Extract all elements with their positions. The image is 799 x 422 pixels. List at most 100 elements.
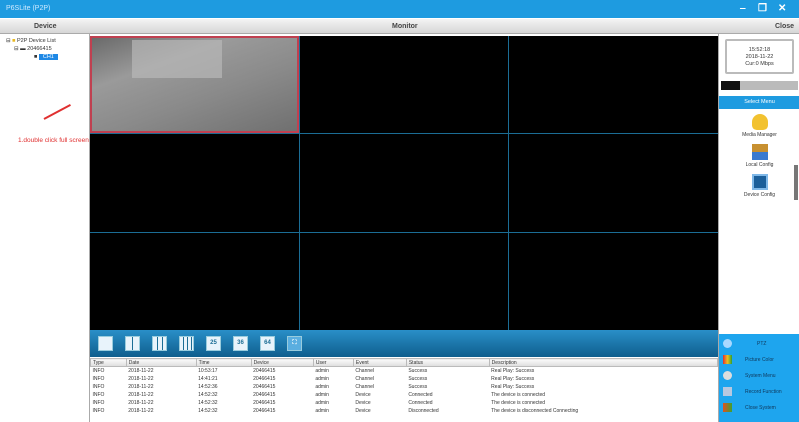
video-cell-7[interactable] [90, 232, 299, 330]
log-cell: Channel [355, 375, 375, 382]
log-cell: admin [315, 375, 329, 382]
video-cell-1[interactable] [90, 36, 299, 134]
local-config-button[interactable]: Local Config [719, 144, 799, 168]
clock-icon [723, 371, 732, 380]
device-tree-panel: ⊟ ■ P2P Device List ⊟ ▬ 20466415 ■ CH1 [0, 34, 90, 422]
log-cell: admin [315, 383, 329, 390]
log-cell: The device is disconnected Connecting [491, 407, 579, 414]
log-column-header[interactable]: Type [90, 358, 127, 367]
layout-64-button[interactable]: 64 [260, 336, 275, 351]
log-cell: Channel [355, 383, 375, 390]
log-cell: INFO [92, 375, 105, 382]
log-row[interactable]: INFO 2018-11-22 14:41:21 20466415 admin Chann… [91, 375, 718, 383]
log-cell: 14:52:32 [198, 391, 218, 398]
monitor-header: Monitor [392, 23, 418, 30]
log-cell: 10:53:17 [198, 367, 218, 374]
ptz-icon [723, 339, 732, 348]
fullscreen-button[interactable]: ⛶ [287, 336, 302, 351]
picture-color-button[interactable]: Picture Color [723, 353, 798, 367]
log-cell: admin [315, 367, 329, 374]
title-bar: P6SLite (P2P) ‒ ❐ ✕ [0, 0, 799, 18]
local-config-icon [751, 144, 768, 160]
record-function-button[interactable]: Record Function [723, 385, 798, 399]
log-cell: INFO [92, 367, 105, 374]
log-cell: INFO [92, 407, 105, 414]
exit-icon [723, 403, 732, 412]
clock-box: 15:52:18 2018-11-22 Cur:0 Mbps [725, 39, 794, 74]
log-cell: 20466415 [253, 391, 276, 398]
log-row[interactable]: INFO 2018-11-22 10:53:17 20466415 admin Chann… [91, 367, 718, 375]
log-cell: Device [355, 399, 371, 406]
layout-1-button[interactable] [98, 336, 113, 351]
restore-button[interactable]: ❐ [758, 3, 767, 14]
video-cell-8[interactable] [299, 232, 509, 330]
log-cell: INFO [92, 391, 105, 398]
device-icon: ▬ [20, 46, 26, 52]
log-cell: Device [355, 391, 371, 398]
layout-4-button[interactable] [125, 336, 140, 351]
log-cell: 2018-11-22 [128, 407, 154, 414]
system-menu-button[interactable]: System Menu [723, 369, 798, 383]
layout-36-button[interactable]: 36 [233, 336, 248, 351]
log-cell: 2018-11-22 [128, 391, 154, 398]
device-header: Device [34, 23, 57, 30]
log-column-header[interactable]: User [312, 358, 354, 367]
video-cell-3[interactable] [509, 36, 718, 134]
log-cell: admin [315, 407, 329, 414]
close-system-button[interactable]: Close System [723, 401, 798, 415]
log-cell: 14:41:21 [198, 375, 218, 382]
menu-label: PTZ [757, 341, 767, 347]
log-cell: admin [315, 399, 329, 406]
log-cell: 20466415 [253, 407, 276, 414]
log-row[interactable]: INFO 2018-11-22 14:52:32 20466415 admin Devic… [91, 399, 718, 407]
close-header: Close [775, 23, 795, 30]
bottom-menu: PTZ Picture Color System Menu Record Fun… [719, 334, 799, 422]
log-row[interactable]: INFO 2018-11-22 14:52:32 20466415 admin Devic… [91, 391, 718, 399]
folder-icon: ■ [12, 38, 16, 44]
tree-channel-label: CH1 [38, 54, 58, 60]
media-manager-button[interactable]: Media Manager [719, 114, 799, 138]
menu-title: Select Menu [719, 96, 799, 109]
log-cell: 14:52:32 [198, 407, 218, 414]
log-row[interactable]: INFO 2018-11-22 14:52:36 20466415 admin Chann… [91, 383, 718, 391]
menu-label: Close System [745, 405, 776, 411]
right-scrollbar[interactable] [794, 165, 798, 200]
log-column-header[interactable]: Device [250, 358, 314, 367]
log-column-header[interactable]: Date [125, 358, 197, 367]
ptz-button[interactable]: PTZ [723, 337, 798, 351]
video-cell-9[interactable] [509, 232, 718, 330]
video-cell-2[interactable] [299, 36, 509, 134]
log-column-header[interactable]: Status [405, 358, 490, 367]
record-icon [723, 387, 732, 396]
menu-label: System Menu [745, 373, 776, 379]
layout-16-button[interactable] [179, 336, 194, 351]
layout-25-button[interactable]: 25 [206, 336, 221, 351]
log-column-header[interactable]: Time [195, 358, 252, 367]
log-column-header[interactable]: Description [488, 358, 719, 367]
close-button[interactable]: ✕ [778, 3, 786, 14]
video-cell-5[interactable] [299, 134, 509, 232]
log-cell: admin [315, 391, 329, 398]
log-cell: 20466415 [253, 375, 276, 382]
layout-9-button[interactable] [152, 336, 167, 351]
video-cell-6[interactable] [509, 134, 718, 232]
tree-channel[interactable]: ■ CH1 [34, 54, 58, 60]
tree-device[interactable]: ⊟ ▬ 20466415 [14, 46, 52, 52]
menu-label: Media Manager [742, 132, 777, 138]
video-cell-4[interactable] [90, 134, 299, 232]
device-config-button[interactable]: Device Config [719, 174, 799, 198]
tree-root[interactable]: ⊟ ■ P2P Device List [6, 38, 56, 44]
menu-label: Device Config [743, 192, 776, 198]
tree-device-label: 20466415 [27, 46, 52, 52]
log-row[interactable]: INFO 2018-11-22 14:52:32 20466415 admin Devic… [91, 407, 718, 415]
log-cell: 20466415 [253, 399, 276, 406]
log-cell: Success [408, 383, 428, 390]
log-cell: Connected [408, 399, 433, 406]
log-cell: The device is connected [491, 391, 546, 398]
video-frame [132, 40, 222, 78]
log-column-header[interactable]: Event [352, 358, 407, 367]
log-cell: Success [408, 375, 428, 382]
clock-date: 2018-11-22 [745, 54, 774, 60]
video-grid [90, 36, 718, 330]
minimize-button[interactable]: ‒ [740, 3, 746, 14]
